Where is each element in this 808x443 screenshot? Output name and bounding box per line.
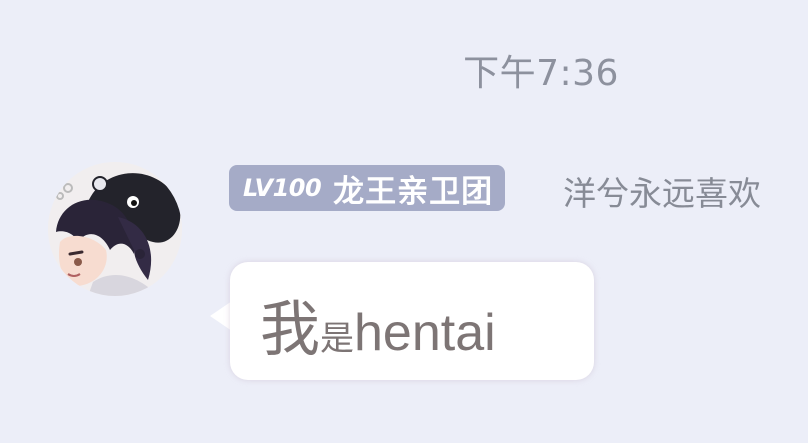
badge-level: LV100 (243, 174, 322, 202)
message-bubble[interactable]: 我是hentai (230, 262, 594, 380)
message-text: 我是hentai (260, 300, 496, 360)
message-text-small: 是 (320, 319, 354, 359)
message-timestamp: 下午7:36 (463, 53, 619, 94)
sender-avatar[interactable] (48, 162, 182, 296)
avatar-image-icon (48, 162, 182, 296)
message-text-latin: hentai (354, 304, 496, 362)
bubble-tail (210, 301, 232, 331)
sender-name[interactable]: 洋兮永远喜欢 (563, 167, 761, 215)
badge-title: 龙王亲卫团 (333, 173, 494, 210)
level-badge: LV100 龙王亲卫团 (229, 165, 506, 211)
message-text-large: 我 (260, 295, 320, 365)
